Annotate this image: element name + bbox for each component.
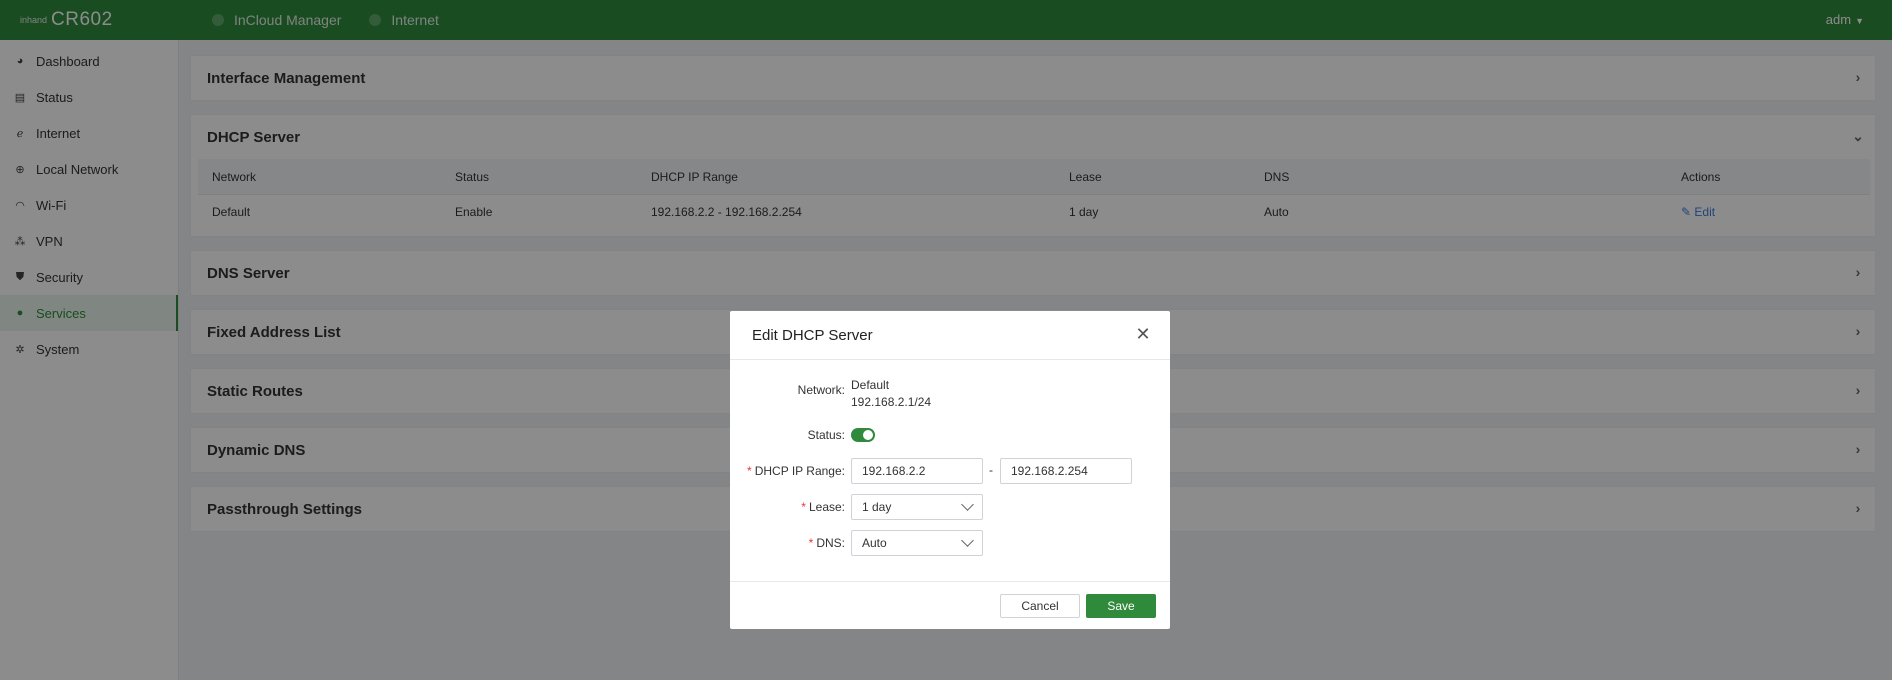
- status-toggle[interactable]: [851, 428, 875, 442]
- toggle-knob: [863, 430, 873, 440]
- range-end-input[interactable]: 192.168.2.254: [1000, 458, 1132, 484]
- dialog-footer: Cancel Save: [730, 581, 1170, 630]
- required-mark: *: [747, 464, 752, 478]
- close-icon[interactable]: ✕: [1134, 325, 1152, 343]
- required-mark: *: [808, 536, 814, 550]
- edit-dhcp-server-dialog: Edit DHCP Server ✕ Network: Default 192.…: [730, 311, 1170, 629]
- network-subnet: 192.168.2.1/24: [851, 395, 932, 409]
- range-start-input[interactable]: 192.168.2.2: [851, 458, 983, 484]
- dialog-header: Edit DHCP Server ✕: [730, 311, 1170, 360]
- label-text: DHCP IP Range:: [754, 464, 845, 478]
- range-separator: -: [989, 463, 993, 477]
- required-mark: *: [801, 500, 806, 514]
- dns-value: Auto: [862, 536, 887, 550]
- chevron-down-icon: [961, 498, 974, 511]
- network-name: Default: [851, 378, 890, 392]
- lease-label: * Lease:: [801, 500, 845, 514]
- label-text: Lease:: [808, 500, 845, 514]
- lease-select[interactable]: 1 day: [851, 494, 983, 520]
- dialog-title: Edit DHCP Server: [752, 326, 873, 344]
- save-button[interactable]: Save: [1086, 594, 1156, 618]
- dns-select[interactable]: Auto: [851, 530, 983, 556]
- status-label: Status:: [807, 428, 845, 442]
- chevron-down-icon: [961, 534, 974, 547]
- cancel-button[interactable]: Cancel: [1000, 594, 1080, 618]
- network-label: Network:: [797, 383, 845, 397]
- label-text: DNS:: [816, 536, 845, 550]
- dns-label: * DNS:: [809, 536, 845, 550]
- lease-value: 1 day: [862, 500, 892, 514]
- dhcp-ip-range-label: * DHCP IP Range:: [747, 464, 845, 478]
